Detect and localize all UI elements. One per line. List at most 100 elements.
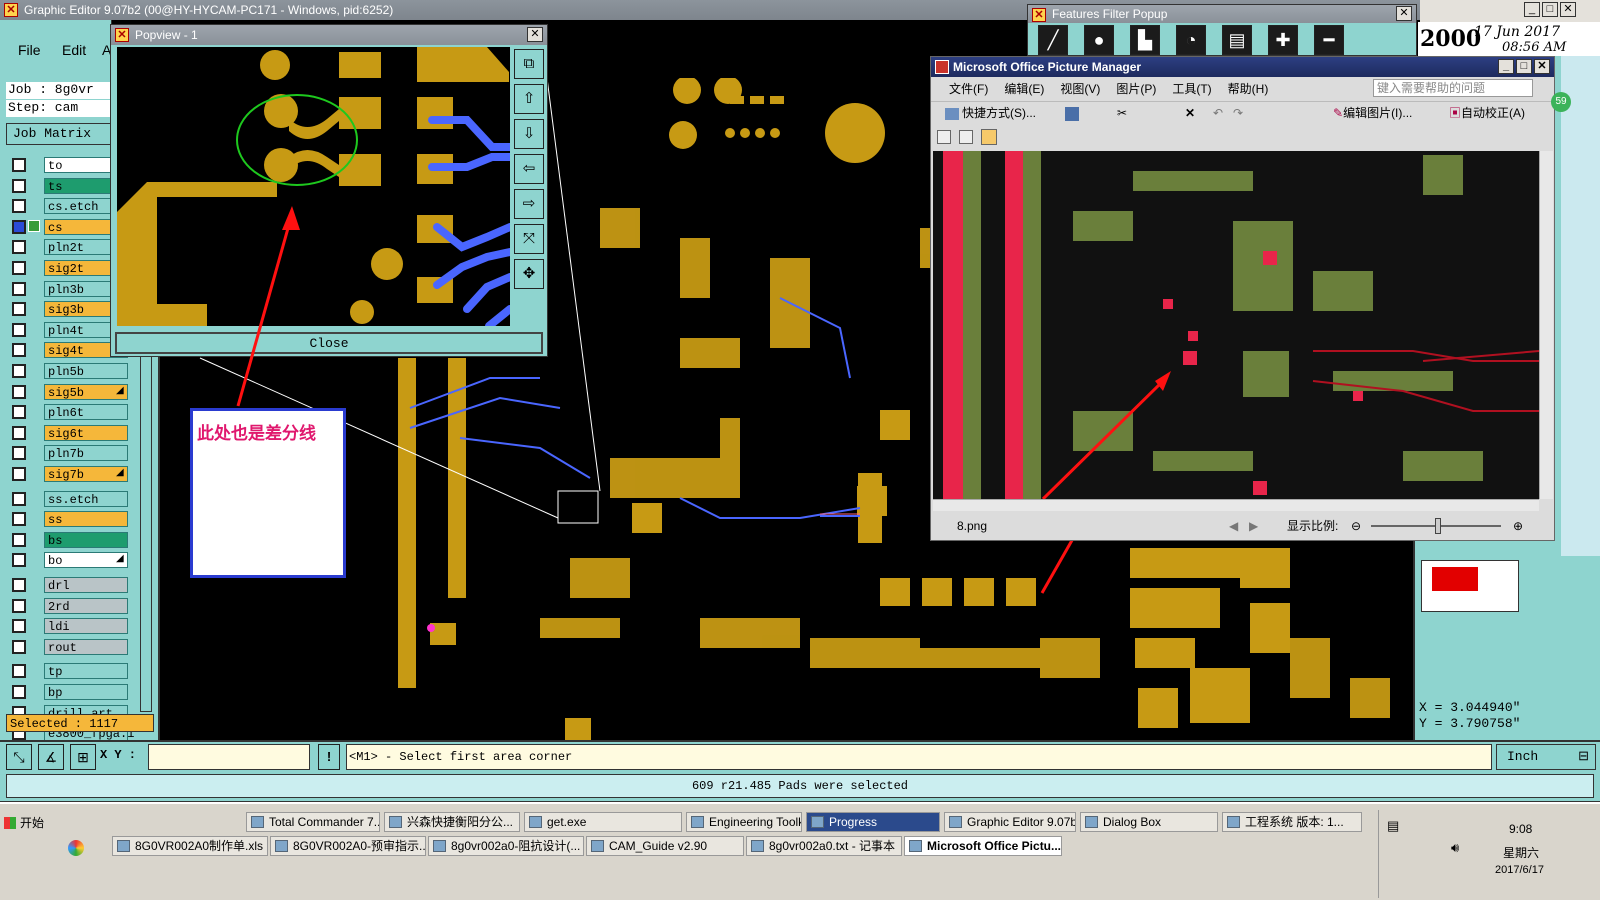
- taskbar-button[interactable]: CAM_Guide v2.90: [586, 836, 744, 856]
- save-icon[interactable]: [1065, 107, 1079, 121]
- features-filter-titlebar[interactable]: ✕ Features Filter Popup ✕: [1028, 5, 1416, 23]
- layer-checkbox[interactable]: [12, 446, 26, 461]
- layer-checkbox[interactable]: [12, 664, 26, 679]
- taskbar-button[interactable]: 8G0VR002A0制作单.xls ...: [112, 836, 268, 856]
- layer-checkbox[interactable]: [12, 384, 26, 399]
- filter-tool-icon[interactable]: ●: [1084, 25, 1114, 55]
- layer-checkbox[interactable]: [12, 425, 26, 440]
- layer-checkbox[interactable]: [12, 261, 26, 275]
- layer-row[interactable]: ss.etch: [8, 490, 128, 508]
- pm-hscroll[interactable]: [933, 499, 1539, 511]
- pm-minimize-icon[interactable]: _: [1498, 59, 1514, 74]
- delete-icon[interactable]: ✕: [1185, 102, 1195, 124]
- taskbar-button[interactable]: get.exe: [524, 812, 682, 832]
- filmstrip-view-icon[interactable]: [959, 130, 973, 144]
- pm-close-icon[interactable]: ✕: [1534, 59, 1550, 74]
- start-button[interactable]: 开始: [2, 812, 56, 834]
- taskbar-button[interactable]: 8g0vr002a0.txt - 记事本: [746, 836, 902, 856]
- job-matrix-button[interactable]: Job Matrix: [6, 123, 112, 145]
- pm-menu-item[interactable]: 帮助(H): [1228, 82, 1269, 96]
- pm-shortcut-button[interactable]: 快捷方式(S)...: [945, 102, 1036, 124]
- thumbnail-view-icon[interactable]: [937, 130, 951, 144]
- layer-checkbox[interactable]: [12, 598, 26, 613]
- zoom-area-icon[interactable]: ⤡: [6, 744, 32, 770]
- filter-tool-icon[interactable]: ╱: [1038, 25, 1068, 55]
- pm-help-box[interactable]: 键入需要帮助的问题: [1373, 79, 1533, 97]
- tray-network-icon[interactable]: ▤: [1387, 818, 1399, 834]
- pm-menu-item[interactable]: 工具(T): [1172, 82, 1211, 96]
- layer-row[interactable]: pln6t: [8, 403, 128, 421]
- layer-row[interactable]: bp: [8, 683, 128, 701]
- zoom-slider-thumb[interactable]: [1435, 518, 1441, 534]
- popview-tool-icon[interactable]: ⇨: [514, 189, 544, 219]
- layer-checkbox[interactable]: [12, 199, 26, 214]
- taskbar-button[interactable]: Engineering Toolkit 9...: [686, 812, 802, 832]
- layer-checkbox[interactable]: [12, 405, 26, 420]
- measure-icon[interactable]: ∡: [38, 744, 64, 770]
- popview-tool-icon[interactable]: ⧉: [514, 49, 544, 79]
- layer-row[interactable]: rout: [8, 638, 128, 656]
- pm-auto-correct-button[interactable]: ▣自动校正(A): [1449, 102, 1525, 124]
- layer-row[interactable]: sig7b ◢: [8, 465, 128, 483]
- tray-volume-icon[interactable]: 🔊︎: [1451, 840, 1459, 856]
- popview-tool-icon[interactable]: ⇦: [514, 154, 544, 184]
- layer-row[interactable]: bs: [8, 531, 128, 549]
- layer-checkbox[interactable]: [12, 343, 26, 358]
- layer-checkbox[interactable]: [12, 240, 26, 255]
- undo-icon[interactable]: ↶: [1213, 102, 1223, 124]
- pm-vscroll[interactable]: [1539, 151, 1553, 499]
- close-icon[interactable]: ✕: [1560, 2, 1576, 17]
- xy-input[interactable]: [148, 744, 310, 770]
- pm-menu-item[interactable]: 文件(F): [949, 82, 988, 96]
- single-view-icon[interactable]: [981, 129, 997, 145]
- layer-row[interactable]: ss: [8, 510, 128, 528]
- features-filter-close-icon[interactable]: ✕: [1396, 6, 1412, 21]
- layer-checkbox[interactable]: [12, 639, 26, 654]
- popview-tool-icon[interactable]: ⤧: [514, 224, 544, 254]
- next-icon[interactable]: ▶: [1249, 515, 1258, 537]
- layer-checkbox[interactable]: [12, 532, 26, 547]
- layer-row[interactable]: 2rd: [8, 597, 128, 615]
- redo-icon[interactable]: ↷: [1233, 102, 1243, 124]
- prev-icon[interactable]: ◀: [1229, 515, 1238, 537]
- zoom-out-icon[interactable]: ⊖: [1351, 515, 1361, 537]
- filter-tool-icon[interactable]: ━: [1314, 25, 1344, 55]
- layer-checkbox[interactable]: [12, 178, 26, 193]
- layer-row[interactable]: sig5b ◢: [8, 383, 128, 401]
- popview-tool-icon[interactable]: ⇩: [514, 119, 544, 149]
- pm-menu-item[interactable]: 视图(V): [1060, 82, 1100, 96]
- grid-icon[interactable]: ⊞: [70, 744, 96, 770]
- layer-checkbox[interactable]: [12, 491, 26, 506]
- pm-image-area[interactable]: [933, 151, 1539, 499]
- maximize-icon[interactable]: □: [1542, 2, 1558, 17]
- layer-checkbox[interactable]: [12, 685, 26, 699]
- layer-checkbox[interactable]: [12, 322, 26, 337]
- menu-edit[interactable]: Edit: [62, 42, 86, 58]
- filter-tool-icon[interactable]: ✚: [1268, 25, 1298, 55]
- popview-tool-icon[interactable]: ⇧: [514, 84, 544, 114]
- pm-menu-item[interactable]: 编辑(E): [1004, 82, 1044, 96]
- layer-checkbox[interactable]: [12, 512, 26, 527]
- layer-row[interactable]: ldi: [8, 617, 128, 635]
- taskbar-button[interactable]: Progress: [806, 812, 940, 832]
- info-icon[interactable]: !: [318, 744, 340, 770]
- filter-tool-icon[interactable]: ◔: [1176, 25, 1206, 55]
- zoom-in-icon[interactable]: ⊕: [1513, 515, 1523, 537]
- filter-tool-icon[interactable]: ▙: [1130, 25, 1160, 55]
- taskbar-button[interactable]: 兴森快捷衡阳分公...: [384, 812, 520, 832]
- layer-row[interactable]: pln5b: [8, 362, 128, 380]
- taskbar-button[interactable]: Total Commander 7....: [246, 812, 380, 832]
- taskbar-button[interactable]: Microsoft Office Pictu...: [904, 836, 1062, 856]
- taskbar-button[interactable]: Dialog Box: [1080, 812, 1218, 832]
- pm-titlebar[interactable]: Microsoft Office Picture Manager _ □ ✕: [931, 57, 1554, 77]
- layer-checkbox[interactable]: [12, 219, 26, 234]
- pm-maximize-icon[interactable]: □: [1516, 59, 1532, 74]
- taskbar-button[interactable]: 8g0vr002a0-阻抗设计(...: [428, 836, 584, 856]
- layer-checkbox[interactable]: [12, 619, 26, 634]
- layer-checkbox[interactable]: [12, 302, 26, 317]
- zoom-slider[interactable]: [1371, 518, 1501, 534]
- popview-tool-icon[interactable]: ✥: [514, 259, 544, 289]
- menu-file[interactable]: File: [18, 42, 41, 58]
- taskbar-button[interactable]: 8G0VR002A0-预审指示....: [270, 836, 426, 856]
- taskbar-button[interactable]: Graphic Editor 9.07b...: [944, 812, 1076, 832]
